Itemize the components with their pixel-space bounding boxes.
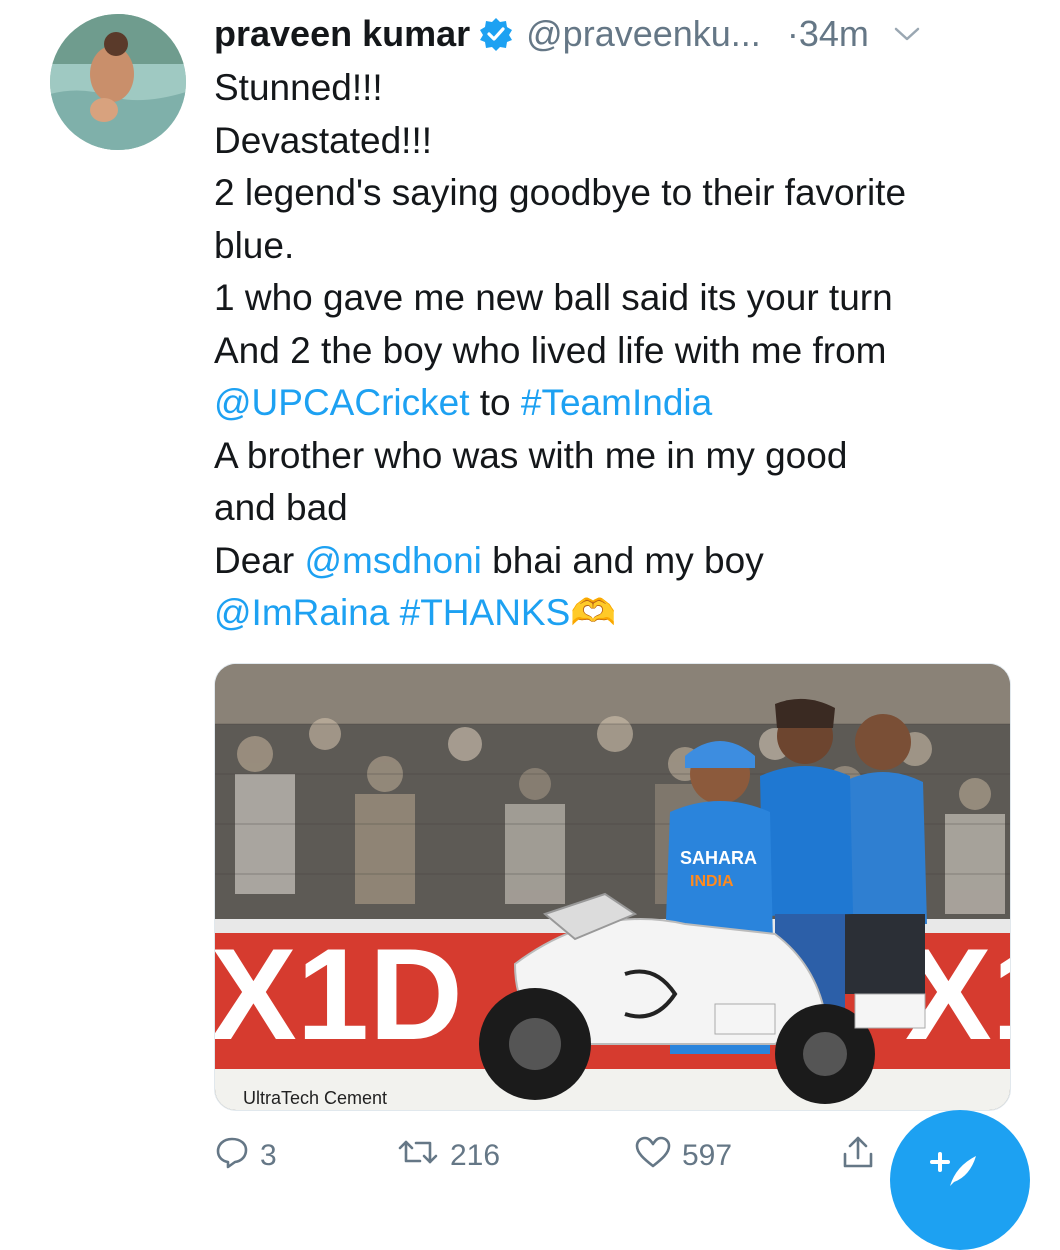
share-icon [840,1134,876,1178]
tweet-text-segment: Stunned!!! [214,67,383,108]
hashtag-link[interactable]: #TeamIndia [521,382,712,423]
tweet-text-segment: and bad [214,487,348,528]
board-text: UltraTech Cement [243,1088,387,1108]
reply-count: 3 [260,1139,277,1172]
tweet-text-line: @ImRaina #THANKS🫶 [214,587,1014,640]
tweet-text-line: 1 who gave me new ball said its your tur… [214,272,1014,325]
verified-badge-icon [478,16,514,52]
tweet-text-line: Dear @msdhoni bhai and my boy [214,535,1014,588]
author-handle[interactable]: @praveenku... [526,13,761,55]
tweet-text-line: And 2 the boy who lived life with me fro… [214,325,1014,378]
share-button[interactable] [840,1128,876,1184]
retweet-count: 216 [450,1139,501,1172]
tweet-text-segment: bhai and my boy [481,539,764,581]
tweet-text-segment: A brother who was with me in my good [214,434,848,476]
jersey-text-1: SAHARA [680,848,757,868]
tweet-photo[interactable]: X1D X11 UltraTech Cement SAHARA INDIA [214,663,1011,1111]
author-name[interactable]: praveen kumar [214,13,470,55]
reply-button[interactable]: 3 [214,1128,277,1184]
heart-hands-emoji: 🫶 [570,592,617,633]
tweet-text-segment: And 2 the boy who lived life with me fro… [214,329,887,371]
banner-text-left: X1D [215,921,463,1067]
chevron-down-icon[interactable] [893,24,921,44]
avatar-image [50,14,186,150]
tweet-text-line: 2 legend's saying goodbye to their favor… [214,167,1014,220]
tweet-text-line: Devastated!!! [214,115,1014,168]
tweet-header: praveen kumar @praveenku... · 34m [214,8,1014,60]
like-button[interactable]: 597 [634,1128,732,1184]
retweet-button[interactable]: 216 [396,1128,500,1184]
tweet-text-segment: 1 who gave me new ball said its your tur… [214,277,893,318]
tweet-timestamp[interactable]: 34m [799,13,869,55]
tweet-text-segment: Devastated!!! [214,119,433,161]
heart-icon [634,1134,672,1178]
tweet-text: Stunned!!! Devastated!!! 2 legend's saying… [214,62,1014,640]
tweet-text-segment: blue. [214,224,295,266]
jersey-text-2: INDIA [690,873,734,890]
tweet-text-line: @UPCACricket to #TeamIndia [214,377,1014,430]
tweet-text-segment: to [469,382,521,423]
avatar[interactable] [50,14,186,150]
mention-link[interactable]: @UPCACricket [214,382,469,423]
tweet-text-segment: Dear [214,539,305,581]
mention-link[interactable]: @ImRaina [214,592,389,633]
retweet-icon [396,1134,440,1178]
tweet-text-segment [389,592,399,633]
tweet-actions: 3 216 597 [214,1128,914,1184]
tweet-text-segment: 2 legend's saying goodbye to their favor… [214,172,907,213]
separator-dot: · [786,13,799,54]
compose-tweet-button[interactable] [890,1110,1030,1250]
hashtag-link[interactable]: #THANKS [400,592,571,633]
like-count: 597 [682,1139,733,1172]
tweet-text-line: and bad [214,482,1014,535]
tweet-text-line: blue. [214,220,1014,273]
tweet-text-line: Stunned!!! [214,62,1014,115]
mention-link[interactable]: @msdhoni [304,540,481,581]
reply-icon [214,1134,250,1178]
tweet-text-line: A brother who was with me in my good [214,430,1014,483]
compose-tweet-icon [920,1136,980,1201]
